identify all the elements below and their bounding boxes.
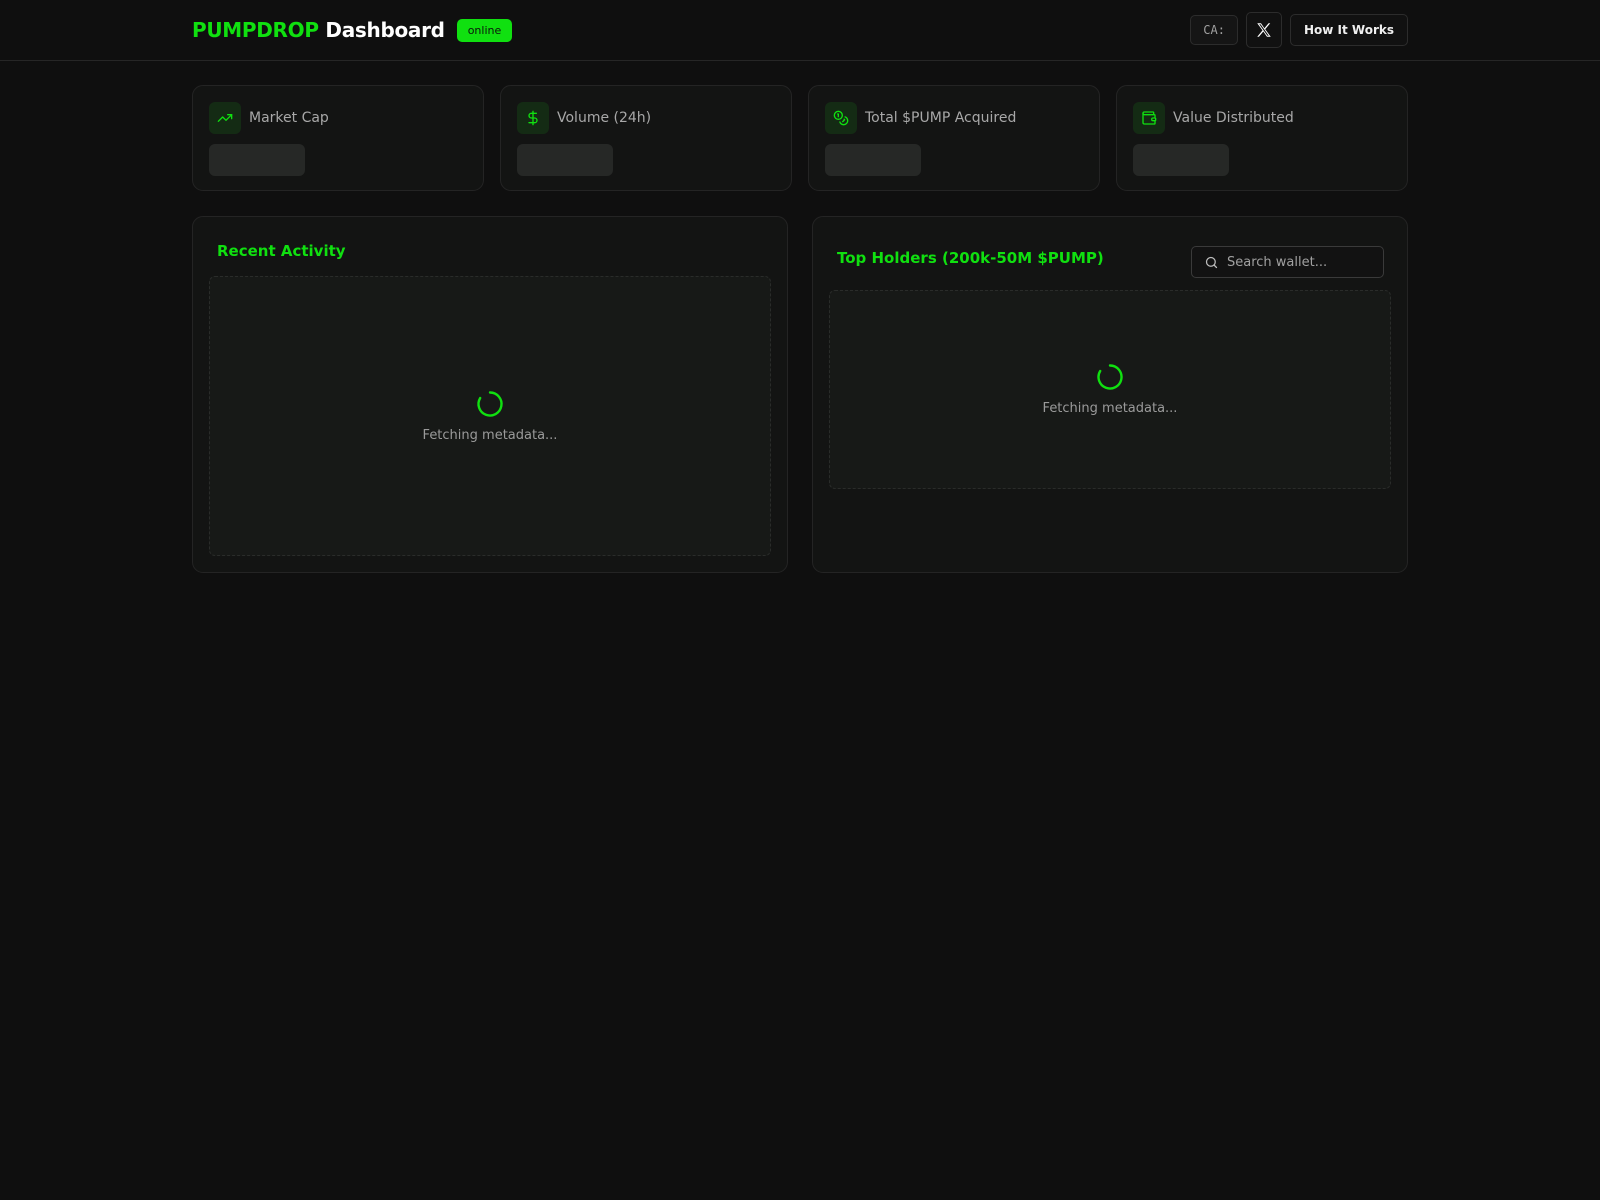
stat-card-market-cap: Market Cap	[192, 85, 484, 191]
search-wallet-box[interactable]	[1191, 246, 1384, 278]
value-skeleton	[517, 144, 613, 176]
loading-spinner-icon	[477, 390, 503, 417]
search-wallet-input[interactable]	[1227, 248, 1377, 276]
top-holders-loading: Fetching metadata...	[829, 290, 1391, 489]
brand: PUMPDROP Dashboard online	[192, 16, 513, 44]
stat-label: Volume (24h)	[557, 110, 652, 126]
wallet-icon	[1133, 102, 1165, 134]
stat-card-volume: Volume (24h)	[500, 85, 792, 191]
brand-rest: Dashboard	[325, 18, 445, 42]
x-social-button[interactable]	[1245, 12, 1282, 48]
stat-label: Value Distributed	[1173, 110, 1294, 126]
coins-icon	[825, 102, 857, 134]
brand-accent: PUMPDROP	[192, 18, 319, 42]
value-skeleton	[1133, 144, 1229, 176]
value-skeleton	[825, 144, 921, 176]
how-it-works-button[interactable]: How It Works	[1289, 14, 1408, 46]
status-badge: online	[456, 18, 513, 42]
recent-activity-loading: Fetching metadata...	[209, 276, 771, 556]
value-skeleton	[209, 144, 305, 176]
stat-card-value-distributed: Value Distributed	[1116, 85, 1408, 191]
stat-label: Market Cap	[249, 110, 329, 126]
top-holders-title: Top Holders (200k-50M $PUMP)	[837, 249, 1104, 267]
loading-text: Fetching metadata...	[1042, 401, 1178, 416]
x-logo-icon	[1257, 23, 1271, 37]
loading-text: Fetching metadata...	[422, 427, 558, 443]
stats-row: Market Cap Volume (24h) Total $PUMP Acqu…	[192, 85, 1408, 191]
search-icon	[1205, 256, 1218, 268]
contract-address-button[interactable]: CA:	[1190, 15, 1238, 45]
header-actions: CA: How It Works	[1190, 12, 1408, 48]
top-holders-panel: Top Holders (200k-50M $PUMP) Fetching me…	[812, 216, 1408, 573]
recent-activity-title: Recent Activity	[217, 242, 346, 260]
stat-label: Total $PUMP Acquired	[865, 110, 1017, 126]
top-header: PUMPDROP Dashboard online CA: How It Wor…	[0, 0, 1600, 61]
loading-spinner-icon	[1097, 364, 1123, 390]
stat-card-pump-acquired: Total $PUMP Acquired	[808, 85, 1100, 191]
trending-up-icon	[209, 102, 241, 134]
page-title: PUMPDROP Dashboard	[192, 18, 445, 42]
recent-activity-panel: Recent Activity Fetching metadata...	[192, 216, 788, 573]
dollar-sign-icon	[517, 102, 549, 134]
